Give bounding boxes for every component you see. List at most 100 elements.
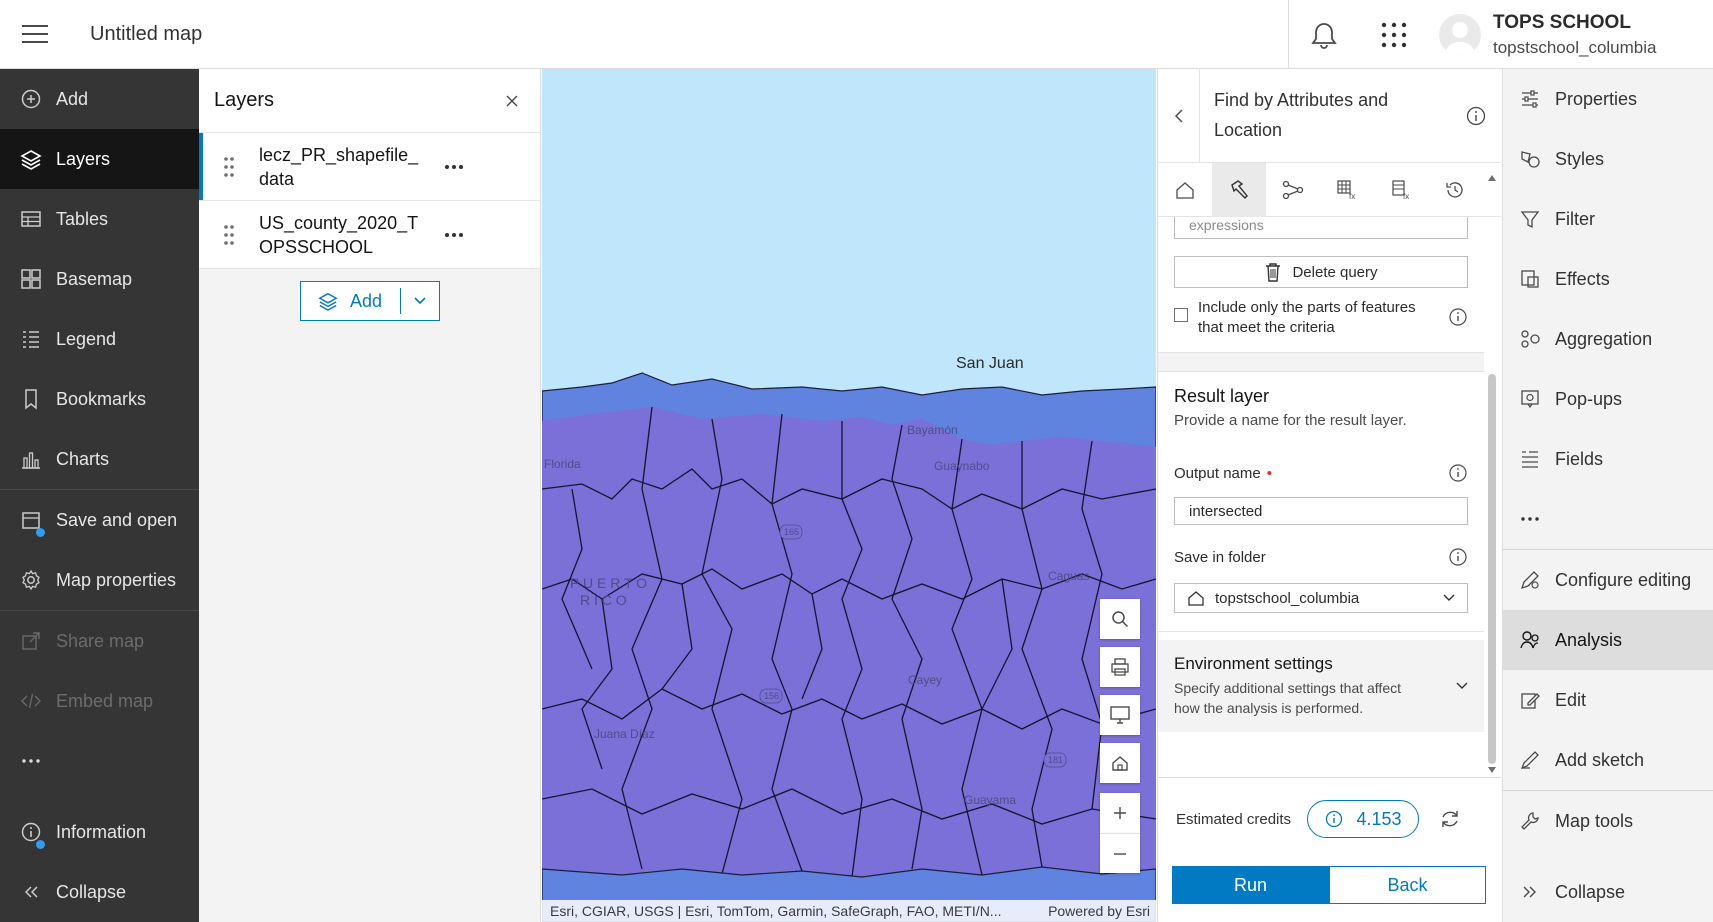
tab-model[interactable] <box>1266 163 1320 217</box>
nav-map-tools[interactable]: Map tools <box>1503 791 1713 851</box>
info-icon[interactable] <box>1448 547 1468 567</box>
nav-properties[interactable]: Properties <box>1503 69 1713 129</box>
nav-charts[interactable]: Charts <box>0 429 199 489</box>
nav-more[interactable] <box>1503 489 1713 549</box>
map-label-puerto: P U E R T O <box>570 575 648 591</box>
table-icon <box>21 211 41 227</box>
map-label-hwy-181: 181 <box>1048 755 1064 765</box>
print-button[interactable] <box>1100 647 1140 687</box>
tab-field-functions[interactable]: fx <box>1374 163 1428 217</box>
chevron-down-icon <box>1443 594 1455 601</box>
tab-tools[interactable] <box>1212 163 1266 217</box>
layers-icon <box>20 150 42 170</box>
nav-configure-editing[interactable]: Configure editing <box>1503 550 1713 610</box>
nav-share-map[interactable]: Share map <box>0 611 199 671</box>
delete-query-button[interactable]: Delete query <box>1174 256 1468 288</box>
nav-collapse[interactable]: Collapse <box>0 862 199 922</box>
close-icon[interactable] <box>506 95 518 107</box>
info-icon[interactable] <box>1448 463 1468 483</box>
app-grid-icon <box>1381 22 1407 47</box>
nav-legend[interactable]: Legend <box>0 309 199 369</box>
scrollbar-thumb[interactable] <box>1488 374 1496 764</box>
layer-options-button[interactable] <box>429 164 479 170</box>
nav-edit[interactable]: Edit <box>1503 670 1713 730</box>
add-label: Add <box>349 290 383 311</box>
nav-add[interactable]: Add <box>0 69 199 129</box>
back-button[interactable] <box>1158 69 1200 162</box>
environment-settings-section[interactable]: Environment settings Specify additional … <box>1158 640 1484 732</box>
map-title[interactable]: Untitled map <box>90 23 202 46</box>
nav-filter[interactable]: Filter <box>1503 189 1713 249</box>
home-extent-button[interactable] <box>1100 743 1140 783</box>
zoom-out-button[interactable] <box>1100 833 1140 873</box>
tool-scrollbar[interactable] <box>1487 174 1497 774</box>
bookmark-icon <box>25 389 37 410</box>
layer-item[interactable]: US_county_2020_TOPSSCHOOL <box>199 201 540 269</box>
nav-tables[interactable]: Tables <box>0 189 199 249</box>
hamburger-menu-button[interactable] <box>0 0 70 69</box>
nav-popups[interactable]: Pop-ups <box>1503 369 1713 429</box>
layer-options-button[interactable] <box>429 232 479 238</box>
nav-basemap[interactable]: Basemap <box>0 249 199 309</box>
nav-effects[interactable]: Effects <box>1503 249 1713 309</box>
nav-aggregation[interactable]: Aggregation <box>1503 309 1713 369</box>
map-label-rico: R I C O <box>580 592 627 608</box>
expressions-field[interactable]: expressions <box>1174 217 1468 239</box>
expand-icon <box>1523 886 1536 898</box>
nav-more[interactable] <box>0 731 199 791</box>
save-folder-select[interactable]: topstschool_columbia <box>1174 583 1468 613</box>
history-icon <box>1446 182 1463 198</box>
app-launcher-button[interactable] <box>1359 0 1429 69</box>
attribution-text[interactable]: Esri, CGIAR, USGS | Esri, TomTom, Garmin… <box>550 903 1001 919</box>
user-menu[interactable]: TOPS SCHOOL topstschool_columbia <box>1439 12 1656 58</box>
add-layer-button[interactable]: Add <box>301 282 400 320</box>
back-text-button[interactable]: Back <box>1329 866 1486 904</box>
nav-layers[interactable]: Layers <box>0 129 199 189</box>
nav-analysis[interactable]: Analysis <box>1503 610 1713 670</box>
output-name-input[interactable]: intersected <box>1174 497 1468 525</box>
tool-info-button[interactable] <box>1451 69 1501 162</box>
zoom-in-button[interactable] <box>1100 793 1140 833</box>
configure-editing-icon <box>1520 571 1539 590</box>
map-view[interactable]: San Juan Florida Guaynabo Bayamón P U E … <box>542 69 1156 922</box>
divider <box>1158 371 1484 372</box>
hammer-icon <box>1231 180 1248 199</box>
save-folder-label: Save in folder <box>1174 548 1266 566</box>
nav-map-properties[interactable]: Map properties <box>0 550 199 610</box>
info-icon <box>1325 810 1342 828</box>
include-parts-checkbox[interactable] <box>1174 308 1188 322</box>
nav-information[interactable]: Information <box>0 802 199 862</box>
right-nav: Properties Styles Filter Effects Aggrega… <box>1502 69 1713 922</box>
nav-add-sketch[interactable]: Add sketch <box>1503 730 1713 790</box>
refresh-icon[interactable] <box>1439 808 1461 830</box>
add-options-dropdown[interactable] <box>401 297 439 305</box>
more-icon <box>1521 517 1539 521</box>
drag-handle[interactable] <box>199 156 259 178</box>
credits-button[interactable]: 4.153 <box>1307 800 1420 838</box>
tab-raster-functions[interactable]: fx <box>1320 163 1374 217</box>
estimated-credits: Estimated credits 4.153 <box>1158 778 1501 838</box>
chart-icon <box>22 452 40 469</box>
info-icon[interactable] <box>1448 307 1468 327</box>
tab-home[interactable] <box>1158 163 1212 217</box>
nav-fields[interactable]: Fields <box>1503 429 1713 489</box>
nav-styles[interactable]: Styles <box>1503 129 1713 189</box>
fullscreen-button[interactable] <box>1100 695 1140 735</box>
nav-collapse[interactable]: Collapse <box>1503 862 1713 922</box>
output-name-label: Output name <box>1174 464 1261 482</box>
nav-label: Effects <box>1555 268 1610 289</box>
powered-by[interactable]: Powered by Esri <box>1048 903 1150 919</box>
search-button[interactable] <box>1100 599 1140 639</box>
scroll-down-icon[interactable] <box>1487 766 1497 774</box>
notifications-button[interactable] <box>1289 0 1359 69</box>
nav-label: Tables <box>56 208 109 229</box>
run-button[interactable]: Run <box>1172 866 1329 904</box>
nav-bookmarks[interactable]: Bookmarks <box>0 369 199 429</box>
nav-embed-map[interactable]: Embed map <box>0 671 199 731</box>
nav-save-and-open[interactable]: Save and open <box>0 490 199 550</box>
drag-handle[interactable] <box>199 224 259 246</box>
scroll-up-icon[interactable] <box>1487 174 1497 182</box>
tab-history[interactable] <box>1428 163 1482 217</box>
layer-item[interactable]: lecz_PR_shapefile_data <box>199 133 540 201</box>
action-buttons: Run Back <box>1172 866 1486 904</box>
